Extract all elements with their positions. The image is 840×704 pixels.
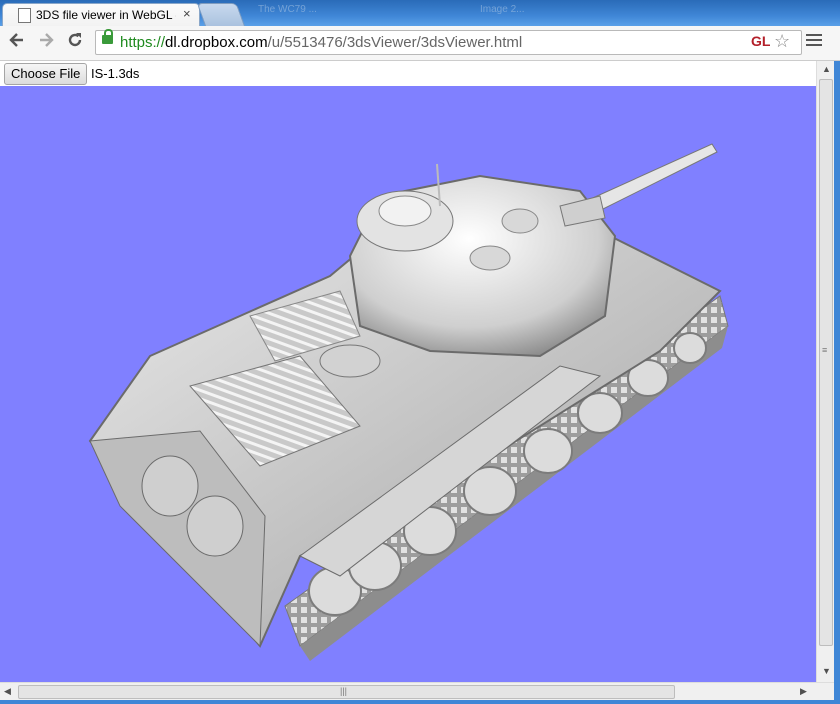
gl-extension-icon[interactable]: GL bbox=[751, 33, 770, 49]
webgl-canvas[interactable] bbox=[0, 86, 816, 682]
background-title: Image 2... bbox=[480, 4, 525, 15]
close-icon[interactable]: × bbox=[183, 6, 191, 21]
selected-file-name: IS-1.3ds bbox=[91, 66, 140, 81]
url-text[interactable]: https://dl.dropbox.com/u/5513476/3dsView… bbox=[120, 34, 522, 51]
tank-3d-model bbox=[88, 143, 729, 661]
page-icon bbox=[18, 8, 31, 23]
window-frame bbox=[834, 61, 840, 701]
choose-file-button[interactable]: Choose File bbox=[4, 63, 88, 85]
vertical-scrollbar[interactable]: ▲ ≡ ▼ bbox=[816, 61, 835, 682]
window-frame bbox=[0, 700, 840, 704]
menu-icon[interactable] bbox=[806, 32, 822, 48]
star-icon[interactable]: ☆ bbox=[774, 31, 790, 52]
background-title: The WC79 ... bbox=[258, 4, 317, 15]
file-input-row: Choose File IS-1.3ds bbox=[0, 61, 820, 86]
grip-icon: ≡ bbox=[822, 345, 828, 355]
scroll-left-icon[interactable]: ◀ bbox=[4, 686, 11, 697]
forward-icon[interactable] bbox=[35, 31, 57, 53]
tab-title: 3DS file viewer in WebGL - bbox=[36, 8, 176, 22]
tab-strip: 3DS file viewer in WebGL - × The WC79 ..… bbox=[0, 0, 840, 27]
tab-3ds-viewer[interactable]: 3DS file viewer in WebGL - × bbox=[2, 3, 200, 27]
scroll-down-icon[interactable]: ▼ bbox=[822, 666, 831, 676]
back-icon[interactable] bbox=[6, 31, 28, 53]
scroll-up-icon[interactable]: ▲ bbox=[822, 64, 831, 74]
address-bar[interactable]: https://dl.dropbox.com/u/5513476/3dsView… bbox=[95, 29, 802, 55]
vertical-scroll-thumb[interactable] bbox=[819, 79, 833, 646]
grip-icon: ||| bbox=[340, 686, 348, 696]
reload-icon[interactable] bbox=[64, 31, 86, 53]
browser-toolbar: https://dl.dropbox.com/u/5513476/3dsView… bbox=[0, 26, 840, 61]
new-tab-button[interactable] bbox=[196, 3, 246, 27]
horizontal-scrollbar[interactable]: ◀ ||| ▶ bbox=[0, 682, 834, 701]
scroll-right-icon[interactable]: ▶ bbox=[800, 686, 807, 697]
lock-icon bbox=[102, 29, 113, 44]
